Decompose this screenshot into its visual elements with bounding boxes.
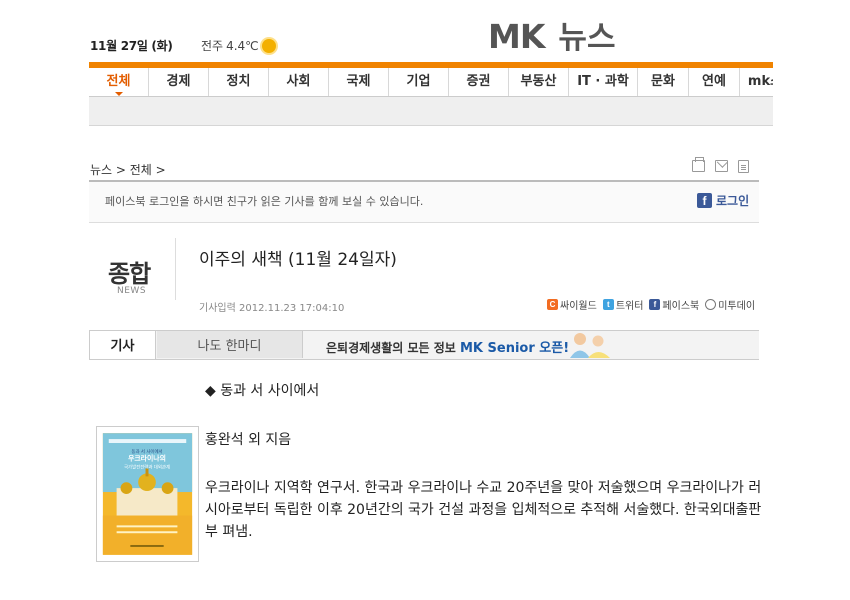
article-timestamp: 기사입력 2012.11.23 17:04:10 xyxy=(199,303,345,314)
weather-temp: 4.4℃ xyxy=(226,38,259,53)
logo-mk-text: MK xyxy=(488,17,545,56)
main-nav: 전체 경제 정치 사회 국제 기업 증권 부동산 IT · 과학 문화 연예 m… xyxy=(89,68,773,97)
nav-item-international[interactable]: 국제 xyxy=(329,68,389,96)
facebook-icon: f xyxy=(697,193,712,208)
nav-item-business[interactable]: 기업 xyxy=(389,68,449,96)
share-bar: C 싸이월드 t 트위터 f 페이스북 미투데이 xyxy=(547,297,755,312)
facebook-login-label: 로그인 xyxy=(716,194,750,208)
book-author: 홍완석 외 지음 xyxy=(205,432,292,448)
weather-city: 전주 xyxy=(201,39,224,53)
mk-news-logo[interactable]: MK 뉴스 xyxy=(488,12,615,57)
nav-item-stocks[interactable]: 증권 xyxy=(449,68,509,96)
email-icon[interactable] xyxy=(715,160,728,172)
article-tools xyxy=(692,157,749,173)
mk-senior-promo[interactable]: 은퇴경제생활의 모든 정보 MK Senior 오픈! xyxy=(326,337,569,356)
nav-item-politics[interactable]: 정치 xyxy=(209,68,269,96)
nav-item-economy[interactable]: 경제 xyxy=(149,68,209,96)
tab-comment[interactable]: 나도 한마디 xyxy=(157,331,303,358)
facebook-login-button[interactable]: f 로그인 xyxy=(697,192,749,209)
share-facebook[interactable]: f 페이스북 xyxy=(649,297,699,312)
cyworld-icon: C xyxy=(547,299,558,310)
share-me2day[interactable]: 미투데이 xyxy=(705,297,755,312)
nav-item-culture[interactable]: 문화 xyxy=(638,68,689,96)
promo-text: 은퇴경제생활의 모든 정보 xyxy=(326,341,456,355)
share-twitter[interactable]: t 트위터 xyxy=(602,297,644,312)
nav-item-all[interactable]: 전체 xyxy=(89,68,149,96)
promo-people-image xyxy=(570,333,610,358)
weather-widget: 전주 4.4℃ xyxy=(201,37,276,54)
scrap-icon[interactable] xyxy=(738,160,749,173)
twitter-icon: t xyxy=(602,299,614,310)
share-cyworld[interactable]: C 싸이월드 xyxy=(547,297,597,312)
sub-nav-bar xyxy=(89,97,773,126)
date-display: 11월 27일 (화) xyxy=(90,39,173,53)
section-name: 종합 xyxy=(108,260,151,288)
book-cover-image[interactable]: 동과 서 사이에서 우크라이나의 국가발전전략과 대외관계 xyxy=(96,426,199,562)
article-body: 우크라이나 지역학 연구서. 한국과 우크라이나 수교 20주년을 맞아 저술했… xyxy=(205,480,762,540)
facebook-notice-text: 페이스북 로그인을 하시면 친구가 읽은 기사를 함께 보실 수 있습니다. xyxy=(105,195,424,208)
share-cyworld-label: 싸이월드 xyxy=(560,301,597,312)
nav-item-entertainment[interactable]: 연예 xyxy=(689,68,740,96)
share-twitter-label: 트위터 xyxy=(615,301,644,312)
book-cover-line2: 우크라이나의 xyxy=(128,454,166,463)
nav-item-mk-sports[interactable]: mk스 xyxy=(740,68,773,96)
print-icon[interactable] xyxy=(692,157,705,172)
me2day-icon xyxy=(705,299,717,310)
nav-item-it-science[interactable]: IT · 과학 xyxy=(569,68,638,96)
share-facebook-label: 페이스북 xyxy=(662,301,700,312)
nav-item-society[interactable]: 사회 xyxy=(269,68,329,96)
section-divider xyxy=(175,238,176,300)
article-subhead: ◆ 동과 서 사이에서 xyxy=(205,383,320,399)
promo-highlight: MK Senior 오픈! xyxy=(459,341,570,356)
facebook-share-icon: f xyxy=(649,299,661,310)
nav-item-realestate[interactable]: 부동산 xyxy=(509,68,569,96)
share-me2day-label: 미투데이 xyxy=(718,301,756,312)
article-title: 이주의 새책 (11월 24일자) xyxy=(199,250,397,270)
section-name-en: NEWS xyxy=(117,286,147,296)
breadcrumb[interactable]: 뉴스 > 전체 > xyxy=(90,161,166,178)
logo-news-text: 뉴스 xyxy=(558,20,616,56)
tab-article[interactable]: 기사 xyxy=(89,330,156,359)
sun-icon xyxy=(261,38,276,53)
